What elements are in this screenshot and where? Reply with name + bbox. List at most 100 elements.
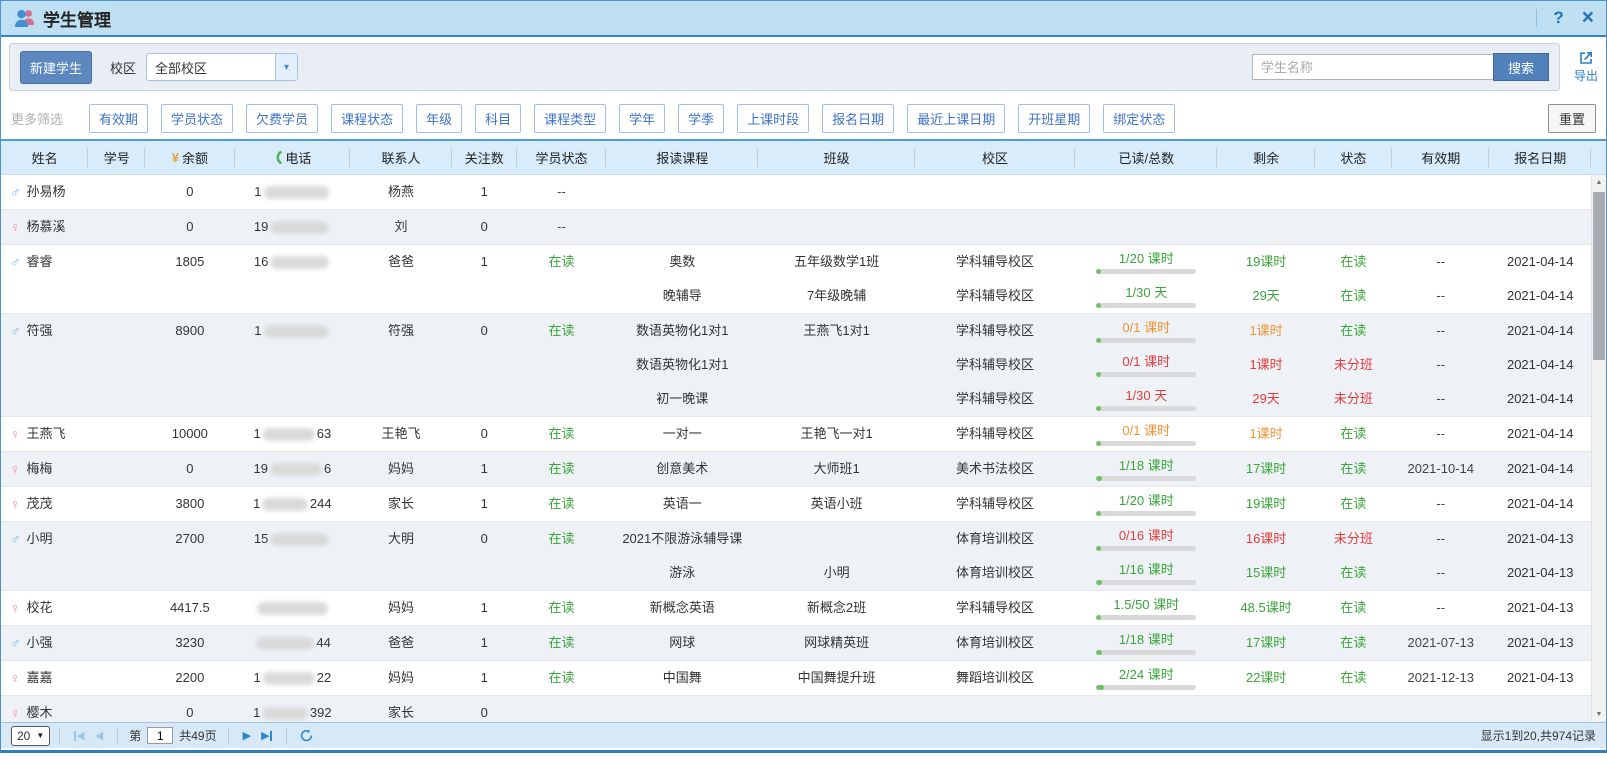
filter-chip-6[interactable]: 科目 <box>475 104 521 133</box>
student-row[interactable]: ♀杨慕溪019刘0-- <box>1 210 1591 245</box>
campus-select[interactable]: 全部校区 ▾ <box>146 53 298 81</box>
column-header-student-status[interactable]: 学员状态 <box>517 141 606 174</box>
progress-fill <box>1096 338 1101 343</box>
cell-campus: 学科辅导校区 <box>915 314 1075 348</box>
column-header-valid-until[interactable]: 有效期 <box>1392 141 1489 174</box>
student-row[interactable]: ♂小明270015大明0在读2021不限游泳辅导课体育培训校区0/16 课时16… <box>1 522 1591 591</box>
filter-chip-4[interactable]: 课程状态 <box>331 104 403 133</box>
column-header-class[interactable]: 班级 <box>758 141 914 174</box>
cell-follow-count: 1 <box>452 175 517 209</box>
progress-text: 0/1 课时 <box>1122 320 1170 336</box>
column-label: 状态 <box>1340 148 1366 167</box>
cell-follow-count: 1 <box>452 661 517 695</box>
filter-chip-5[interactable]: 年级 <box>416 104 462 133</box>
close-icon[interactable]: × <box>1582 8 1594 28</box>
student-row[interactable]: ♂孙易杨01杨燕1-- <box>1 175 1591 210</box>
filter-chip-9[interactable]: 学季 <box>678 104 724 133</box>
cell-course <box>606 210 758 244</box>
student-row[interactable]: ♀王燕飞10000163王艳飞0在读一对一王艳飞一对1学科辅导校区0/1 课时1… <box>1 417 1591 452</box>
cell-progress: 1/20 课时 <box>1075 487 1217 521</box>
column-header-name[interactable]: 姓名 <box>1 141 88 174</box>
filter-chip-7[interactable]: 课程类型 <box>534 104 606 133</box>
student-row[interactable]: ♂睿睿180516爸爸1在读奥数五年级数学1班学科辅导校区1/20 课时19课时… <box>1 245 1591 314</box>
cell-balance: 10000 <box>145 417 234 451</box>
column-header-balance[interactable]: ¥余额 <box>145 141 234 174</box>
search-button[interactable]: 搜索 <box>1493 53 1549 81</box>
filter-chip-2[interactable]: 学员状态 <box>161 104 233 133</box>
student-row[interactable]: ♀梅梅0196妈妈1在读创意美术大师班1美术书法校区1/18 课时17课时在读2… <box>1 452 1591 487</box>
column-header-contact[interactable]: 联系人 <box>350 141 452 174</box>
cell-valid-until: -- <box>1392 245 1489 279</box>
cell-follow-count: 1 <box>452 245 517 279</box>
cell-state: 在读 <box>1315 245 1392 279</box>
help-icon[interactable]: ? <box>1553 8 1563 28</box>
new-student-button[interactable]: 新建学生 <box>20 51 92 84</box>
student-row[interactable]: ♀嘉嘉2200122妈妈1在读中国舞中国舞提升班舞蹈培训校区2/24 课时22课… <box>1 661 1591 696</box>
student-row[interactable]: ♂小强323044爸爸1在读网球网球精英班体育培训校区1/18 课时17课时在读… <box>1 626 1591 661</box>
cell-valid-until <box>1392 696 1489 722</box>
cell-progress: 2/24 课时 <box>1075 661 1217 695</box>
cell-progress <box>1075 210 1217 244</box>
filter-chip-13[interactable]: 开班星期 <box>1018 104 1090 133</box>
scrollbar-thumb[interactable] <box>1593 192 1605 360</box>
column-header-reg-date[interactable]: 报名日期 <box>1489 141 1591 174</box>
filter-chip-11[interactable]: 报名日期 <box>822 104 894 133</box>
reset-button[interactable]: 重置 <box>1548 104 1596 133</box>
female-icon: ♀ <box>10 706 21 720</box>
column-label: 电话 <box>285 148 311 167</box>
refresh-icon[interactable] <box>300 729 313 742</box>
column-header-remaining[interactable]: 剩余 <box>1217 141 1314 174</box>
cell-balance: 8900 <box>145 314 234 348</box>
scroll-up-icon[interactable]: ▲ <box>1592 175 1606 190</box>
cell-class <box>758 210 914 244</box>
column-header-state[interactable]: 状态 <box>1315 141 1392 174</box>
progress-fill <box>1096 685 1104 690</box>
column-header-phone[interactable]: 电话 <box>235 141 351 174</box>
course-row <box>606 696 1591 722</box>
student-row[interactable]: ♀樱木01392家长0 <box>1 696 1591 722</box>
column-header-student-no[interactable]: 学号 <box>88 141 145 174</box>
student-row[interactable]: ♀校花4417.5妈妈1在读新概念英语新概念2班学科辅导校区1.5/50 课时4… <box>1 591 1591 626</box>
cell-phone: 1392 <box>235 696 351 722</box>
cell-remaining: 1课时 <box>1217 314 1314 348</box>
student-row[interactable]: ♀茂茂38001244家长1在读英语一英语小班学科辅导校区1/20 课时19课时… <box>1 487 1591 522</box>
cell-balance: 4417.5 <box>145 591 234 625</box>
progress-bar <box>1096 511 1196 516</box>
cell-class: 7年级晚辅 <box>758 279 914 313</box>
cell-contact: 妈妈 <box>350 591 452 625</box>
student-name: 小强 <box>27 626 53 660</box>
page-input[interactable] <box>147 727 173 744</box>
column-header-follow-count[interactable]: 关注数 <box>452 141 517 174</box>
course-subrows: 奥数五年级数学1班学科辅导校区1/20 课时19课时在读--2021-04-14… <box>606 245 1591 313</box>
table-rows: ♂孙易杨01杨燕1--♀杨慕溪019刘0--♂睿睿180516爸爸1在读奥数五年… <box>1 175 1591 722</box>
last-page-icon[interactable]: ▶ <box>261 729 271 742</box>
cell-student-no <box>88 245 145 279</box>
filter-chip-1[interactable]: 有效期 <box>89 104 148 133</box>
cell-campus: 学科辅导校区 <box>915 382 1075 416</box>
column-header-campus[interactable]: 校区 <box>915 141 1075 174</box>
progress-fill <box>1096 511 1101 516</box>
vertical-scrollbar[interactable]: ▲ ▼ <box>1591 175 1606 722</box>
cell-remaining: 19课时 <box>1217 487 1314 521</box>
filter-chip-12[interactable]: 最近上课日期 <box>907 104 1005 133</box>
cell-state: 未分班 <box>1315 382 1392 416</box>
cell-course: 奥数 <box>606 245 758 279</box>
column-header-progress[interactable]: 已读/总数 <box>1075 141 1217 174</box>
filter-chip-8[interactable]: 学年 <box>619 104 665 133</box>
scroll-down-icon[interactable]: ▼ <box>1592 707 1606 722</box>
male-icon: ♂ <box>10 185 21 199</box>
search-input[interactable] <box>1252 54 1494 80</box>
cell-reg-date: 2021-04-14 <box>1489 245 1591 279</box>
filter-chip-14[interactable]: 绑定状态 <box>1103 104 1175 133</box>
page-size-select[interactable]: 20 ▼ <box>11 726 50 746</box>
prev-page-icon[interactable]: ◀ <box>95 729 103 742</box>
filter-chip-3[interactable]: 欠费学员 <box>246 104 318 133</box>
column-header-course[interactable]: 报读课程 <box>606 141 758 174</box>
first-page-icon[interactable]: ◀ <box>74 729 84 742</box>
next-page-icon[interactable]: ▶ <box>243 729 251 742</box>
cell-valid-until: -- <box>1392 556 1489 590</box>
export-button[interactable]: 导出 <box>1574 50 1598 84</box>
student-row[interactable]: ♂符强89001符强0在读数语英物化1对1王燕飞1对1学科辅导校区0/1 课时1… <box>1 314 1591 417</box>
cell-remaining: 29天 <box>1217 279 1314 313</box>
filter-chip-10[interactable]: 上课时段 <box>737 104 809 133</box>
